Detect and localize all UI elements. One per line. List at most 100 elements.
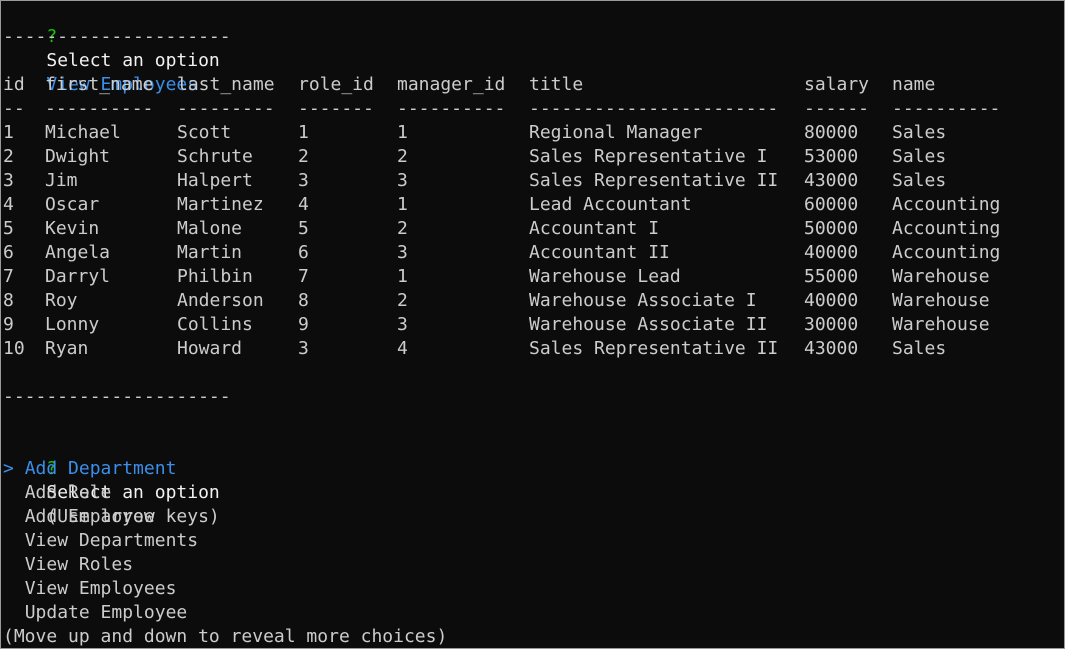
cell-manager-id: 3 (397, 242, 408, 263)
cell-role-id: 8 (298, 290, 309, 311)
menu-item-label: View Roles (24, 554, 134, 575)
menu-item-label: Update Employee (24, 602, 188, 623)
cell-name: Sales (892, 170, 947, 191)
cell-role-id: 7 (298, 266, 309, 287)
cell-first-name: first_name (45, 74, 154, 95)
cell-title: Accountant II (529, 242, 670, 263)
cell-first-name: Jim (45, 170, 78, 191)
menu-item-label: View Departments (24, 530, 199, 551)
cell-salary: 43000 (804, 338, 859, 359)
cell-title: Sales Representative I (529, 146, 768, 167)
cell-manager-id: 2 (397, 218, 408, 239)
cell-title: ----------------------- (529, 98, 779, 119)
cell-manager-id: 2 (397, 146, 408, 167)
menu-item[interactable]: View Roles (3, 553, 133, 577)
cell-name: Warehouse (892, 266, 990, 287)
pointer-icon: > (3, 458, 14, 479)
prompt-question: Select an option (46, 50, 220, 71)
cell-id: 10 (3, 338, 25, 359)
cell-first-name: Lonny (45, 314, 100, 335)
cell-manager-id: 2 (397, 290, 408, 311)
cell-id: 6 (3, 242, 14, 263)
cell-salary: 60000 (804, 194, 859, 215)
cell-salary: 43000 (804, 170, 859, 191)
cell-last-name: Halpert (177, 170, 253, 191)
cell-manager-id: 1 (397, 194, 408, 215)
cell-role-id: 6 (298, 242, 309, 263)
cell-last-name: Martin (177, 242, 243, 263)
separator-top: --------------------- (3, 26, 231, 47)
cell-first-name: Angela (45, 242, 111, 263)
cell-role-id: 1 (298, 122, 309, 143)
cell-id: 9 (3, 314, 14, 335)
cell-title: Lead Accountant (529, 194, 692, 215)
cell-role-id: 9 (298, 314, 309, 335)
menu-item[interactable]: View Employees (3, 577, 177, 601)
cell-first-name: Dwight (45, 146, 111, 167)
cell-name: Accounting (892, 194, 1001, 215)
terminal-window[interactable]: ? Select an option View Employees ------… (0, 0, 1065, 649)
cell-first-name: Michael (45, 122, 121, 143)
cell-title: Warehouse Associate II (529, 314, 768, 335)
cell-title: Warehouse Associate I (529, 290, 757, 311)
cell-id: id (3, 74, 25, 95)
pointer-spacer (3, 482, 14, 503)
cell-role-id: role_id (298, 74, 374, 95)
prompt-answered: ? Select an option View Employees (3, 1, 219, 95)
cell-manager-id: manager_id (397, 74, 506, 95)
cell-first-name: Darryl (45, 266, 111, 287)
cell-last-name: --------- (177, 98, 275, 119)
cell-id: 7 (3, 266, 14, 287)
cell-id: 4 (3, 194, 14, 215)
cell-manager-id: 4 (397, 338, 408, 359)
prompt-active: ? Select an option (Use arrow keys) (3, 433, 219, 527)
cell-last-name: Howard (177, 338, 243, 359)
cell-first-name: ---------- (45, 98, 154, 119)
cell-first-name: Oscar (45, 194, 100, 215)
menu-item-label: Add Employee (24, 506, 155, 527)
cell-salary: 50000 (804, 218, 859, 239)
cell-last-name: Philbin (177, 266, 253, 287)
cell-manager-id: 3 (397, 170, 408, 191)
cell-title: Regional Manager (529, 122, 703, 143)
cell-manager-id: 1 (397, 266, 408, 287)
cell-salary: 30000 (804, 314, 859, 335)
cell-first-name: Roy (45, 290, 78, 311)
cell-name: Accounting (892, 218, 1001, 239)
cell-id: 1 (3, 122, 14, 143)
cell-name: Accounting (892, 242, 1001, 263)
cell-first-name: Kevin (45, 218, 100, 239)
cell-salary: 80000 (804, 122, 859, 143)
menu-item[interactable]: > Add Department (3, 457, 176, 481)
pointer-spacer (3, 578, 14, 599)
cell-id: 3 (3, 170, 14, 191)
menu-item[interactable]: View Departments (3, 529, 198, 553)
cell-role-id: 3 (298, 338, 309, 359)
pointer-spacer (3, 602, 14, 623)
menu-item-label: Add Role (24, 482, 112, 503)
cell-role-id: 3 (298, 170, 309, 191)
cell-last-name: Collins (177, 314, 253, 335)
cell-salary: 53000 (804, 146, 859, 167)
cell-last-name: last_name (177, 74, 275, 95)
cell-id: 5 (3, 218, 14, 239)
cell-manager-id: 1 (397, 122, 408, 143)
menu-item-label: Add Department (24, 458, 177, 479)
cell-name: ---------- (892, 98, 1001, 119)
cell-role-id: 2 (298, 146, 309, 167)
cell-title: Warehouse Lead (529, 266, 681, 287)
cell-salary: 55000 (804, 266, 859, 287)
menu-item[interactable]: Add Employee (3, 505, 155, 529)
cell-salary: 40000 (804, 242, 859, 263)
separator-bottom: --------------------- (3, 386, 231, 407)
cell-name: Sales (892, 122, 947, 143)
pointer-spacer (3, 554, 14, 575)
cell-salary: 40000 (804, 290, 859, 311)
cell-id: 8 (3, 290, 14, 311)
cell-salary: ------ (804, 98, 870, 119)
cell-id: -- (3, 98, 25, 119)
menu-item[interactable]: Update Employee (3, 601, 188, 625)
cell-manager-id: 3 (397, 314, 408, 335)
menu-item[interactable]: Add Role (3, 481, 112, 505)
menu-item-label: View Employees (24, 578, 177, 599)
